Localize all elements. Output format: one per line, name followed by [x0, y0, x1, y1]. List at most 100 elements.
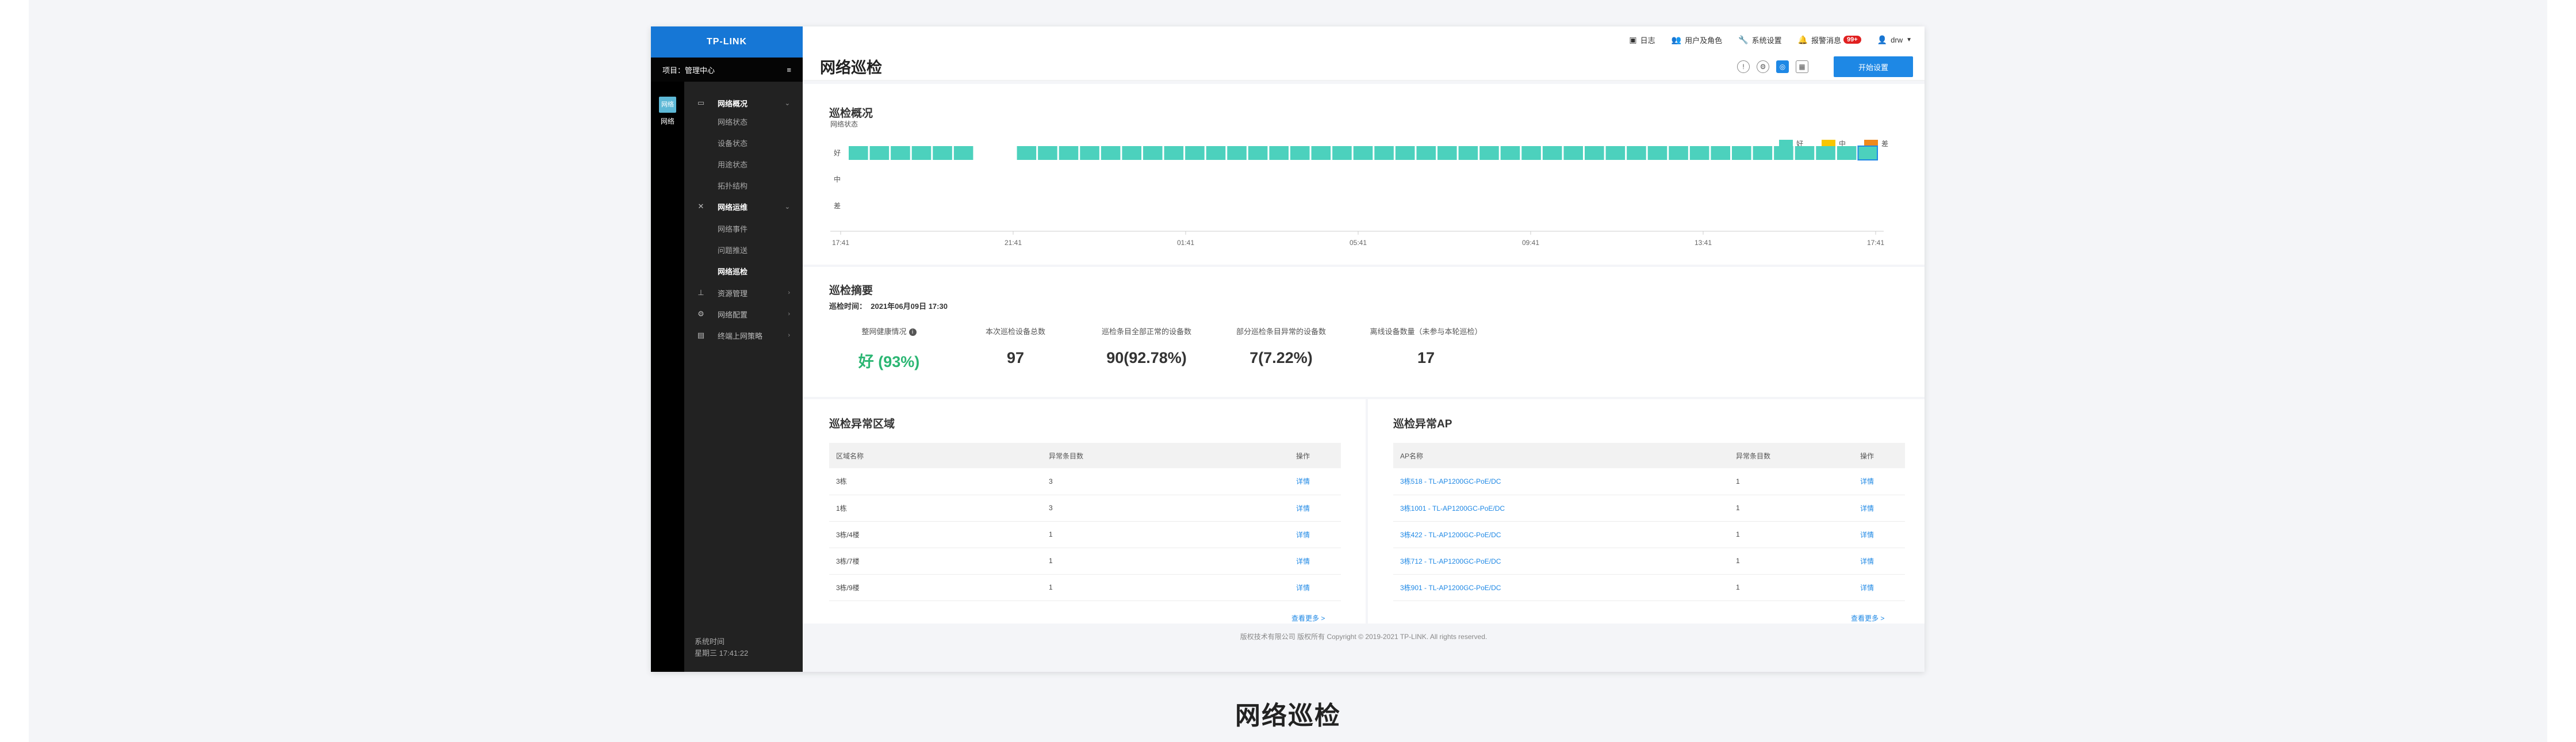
system-settings-link[interactable]: 🔧 系统设置	[1738, 35, 1781, 45]
start-settings-button[interactable]: 开始设置	[1834, 56, 1913, 77]
details-link[interactable]: 详情	[1296, 557, 1310, 565]
x-tick-label: 17:41	[1867, 239, 1884, 247]
abnormal-count: 1	[1729, 548, 1853, 575]
status-bar	[1647, 146, 1667, 160]
stat-label: 离线设备数量（未参与本轮巡检）	[1370, 327, 1482, 336]
table-row: 1栋 3 详情	[829, 495, 1341, 522]
stat-value: 7(7.22%)	[1249, 349, 1313, 366]
details-link[interactable]: 详情	[1296, 477, 1310, 485]
main-content: 巡检概况 好 中 差 网络状态好中差 17:41 21:41 01:41 05:41 09…	[803, 81, 1925, 672]
ap-name-link[interactable]: 3栋712 - TL-AP1200GC-PoE/DC	[1400, 557, 1501, 565]
sidebar-item-label: 拓扑结构	[718, 181, 748, 190]
overview-card: 巡检概况 好 中 差 网络状态好中差 17:41 21:41 01:41 05:41 09…	[803, 84, 1925, 265]
stat-value: 90(92.78%)	[1106, 349, 1187, 366]
details-link[interactable]: 详情	[1296, 531, 1310, 539]
alert-count-badge: 99+	[1843, 36, 1861, 44]
sidebar-item-network-config[interactable]: ⚙ 网络配置 ›	[684, 307, 803, 322]
abnormal-count: 1	[1729, 495, 1853, 522]
sidebar-item-network-overview[interactable]: ▭ 网络概况 ⌄	[684, 95, 803, 110]
details-link[interactable]: 详情	[1860, 557, 1874, 565]
details-link[interactable]: 详情	[1860, 584, 1874, 592]
y-tick-label: 中	[834, 175, 841, 183]
sidebar-item-network-events[interactable]: 网络事件	[684, 221, 803, 236]
chevron-right-icon: ›	[788, 332, 790, 339]
sidebar-item-device-status[interactable]: 设备状态	[684, 135, 803, 150]
status-bar	[1038, 146, 1057, 160]
user-menu[interactable]: 👤 drw ▼	[1877, 35, 1912, 45]
wrench-icon: 🔧	[1738, 35, 1749, 44]
caret-down-icon: ▼	[1906, 36, 1912, 43]
sidebar-item-label: 终端上网策略	[718, 331, 763, 341]
abnormal-count: 1	[1042, 548, 1289, 575]
sidebar-item-network-ops[interactable]: ✕ 网络运维 ⌄	[684, 199, 803, 214]
stat-label: 部分巡检条目异常的设备数	[1236, 327, 1326, 336]
abnormal-areas-table: 区域名称 异常条目数 操作 3栋 3 详情 1栋 3 详情 3栋/4楼 1 详情 3栋/7楼…	[829, 443, 1341, 601]
sidebar-item-resource-mgmt[interactable]: ⊥ 资源管理 ›	[684, 285, 803, 300]
ap-name-link[interactable]: 3栋901 - TL-AP1200GC-PoE/DC	[1400, 584, 1501, 592]
header-tools: ! ⚙ ◎ ▦ 开始设置	[1730, 56, 1913, 77]
table-row: 3栋1001 - TL-AP1200GC-PoE/DC 1 详情	[1393, 495, 1905, 522]
column-header: 异常条目数	[1729, 443, 1853, 468]
sidebar-item-network-inspection[interactable]: 网络巡检	[684, 263, 803, 278]
sidebar-item-usage-status[interactable]: 用途状态	[684, 156, 803, 171]
status-bar	[953, 146, 973, 160]
project-label: 项目：管理中心	[662, 66, 715, 75]
x-tick-label: 09:41	[1522, 239, 1539, 247]
sidebar-item-label: 网络概况	[718, 99, 748, 108]
settings-icon[interactable]: ⚙	[1757, 60, 1769, 73]
table-row: 3栋/4楼 1 详情	[829, 521, 1341, 548]
rail-item-network[interactable]: 网络 网络	[658, 97, 677, 126]
details-link[interactable]: 详情	[1296, 504, 1310, 512]
status-bar	[1669, 146, 1688, 160]
details-link[interactable]: 详情	[1860, 531, 1874, 539]
alerts-link[interactable]: 🔔 报警消息 99+	[1798, 35, 1861, 45]
status-bar	[1500, 146, 1520, 160]
sidebar-item-terminal-policy[interactable]: ▤ 终端上网策略 ›	[684, 328, 803, 343]
document-icon: ▣	[1629, 35, 1637, 44]
table-row: 3栋422 - TL-AP1200GC-PoE/DC 1 详情	[1393, 521, 1905, 548]
info-icon[interactable]: i	[908, 328, 917, 336]
details-link[interactable]: 详情	[1296, 584, 1310, 592]
status-bar	[1311, 146, 1331, 160]
abnormal-aps-table: AP名称 异常条目数 操作 3栋518 - TL-AP1200GC-PoE/DC…	[1393, 443, 1905, 601]
column-header: 操作	[1289, 443, 1341, 468]
page-header: 网络巡检 ! ⚙ ◎ ▦ 开始设置	[803, 53, 1925, 81]
ap-name-link[interactable]: 3栋422 - TL-AP1200GC-PoE/DC	[1400, 531, 1501, 539]
sidebar-item-label: 网络状态	[718, 117, 748, 127]
sidebar-item-issue-push[interactable]: 问题推送	[684, 242, 803, 257]
view-more-areas-link[interactable]: 查看更多 >	[1291, 613, 1325, 623]
system-time-value: 星期三 17:41:22	[695, 649, 749, 657]
area-name: 3栋/9楼	[829, 574, 1042, 601]
status-bar	[1059, 146, 1079, 160]
inspection-icon[interactable]: ◎	[1776, 60, 1789, 73]
sidebar-item-topology[interactable]: 拓扑结构	[684, 178, 803, 193]
status-bar	[911, 146, 931, 160]
view-more-aps-link[interactable]: 查看更多 >	[1851, 613, 1884, 623]
sidebar-item-network-status[interactable]: 网络状态	[684, 114, 803, 129]
details-link[interactable]: 详情	[1860, 477, 1874, 485]
system-time-label: 系统时间	[695, 637, 725, 646]
hamburger-icon[interactable]: ≡	[787, 66, 791, 74]
abnormal-aps-card: 巡检异常AP AP名称 异常条目数 操作 3栋518 - TL-AP1200GC…	[1368, 399, 1925, 624]
abnormal-count: 3	[1042, 495, 1289, 522]
ap-name-link[interactable]: 3栋518 - TL-AP1200GC-PoE/DC	[1400, 477, 1501, 485]
info-icon[interactable]: !	[1737, 60, 1750, 73]
settings-label: 系统设置	[1751, 36, 1782, 45]
log-link[interactable]: ▣ 日志	[1629, 35, 1655, 45]
abnormal-count: 1	[1042, 521, 1289, 548]
abnormal-count: 1	[1042, 574, 1289, 601]
abnormal-aps-title: 巡检异常AP	[1393, 418, 1452, 430]
status-bar	[1711, 146, 1730, 160]
summary-card: 巡检摘要 巡检时间： 2021年06月09日 17:30 整网健康情况 i 好 (…	[803, 267, 1925, 397]
users-roles-link[interactable]: 👥 用户及角色	[1672, 35, 1722, 45]
calendar-icon[interactable]: ▦	[1796, 60, 1808, 73]
details-link[interactable]: 详情	[1860, 504, 1874, 512]
terminal-icon: ▤	[697, 331, 705, 339]
x-tick-label: 13:41	[1695, 239, 1712, 247]
log-label: 日志	[1640, 36, 1655, 45]
ap-name-link[interactable]: 3栋1001 - TL-AP1200GC-PoE/DC	[1400, 504, 1505, 512]
chevron-right-icon: ›	[788, 289, 790, 296]
status-bar	[1857, 146, 1879, 160]
abnormal-count: 1	[1729, 468, 1853, 495]
project-selector[interactable]: 项目：管理中心 ≡	[651, 58, 803, 82]
